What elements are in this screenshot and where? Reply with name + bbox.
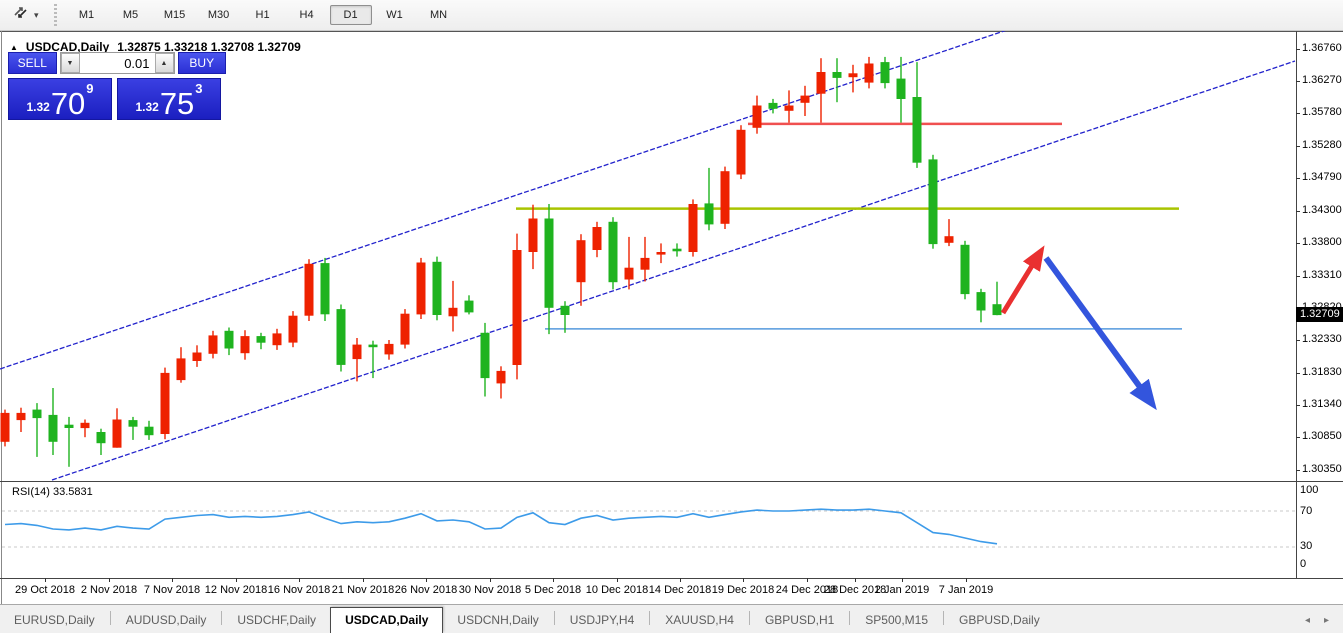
tab-divider — [221, 611, 222, 625]
price-axis-label: 1.30850 — [1302, 430, 1339, 442]
tab-scroll-right-icon[interactable]: ▸ — [1324, 615, 1329, 626]
tab-divider — [649, 611, 650, 625]
price-axis-label: 1.36760 — [1302, 42, 1339, 54]
timeframe-button-m5[interactable]: M5 — [110, 5, 152, 25]
price-axis-label: 1.31340 — [1302, 398, 1339, 410]
tab-divider — [943, 611, 944, 625]
rsi-level-label: 30 — [1300, 540, 1312, 552]
ask-pipette: 3 — [195, 81, 202, 96]
date-axis-label: 29 Oct 2018 — [15, 584, 75, 596]
rsi-level-label: 70 — [1300, 505, 1312, 517]
price-axis-label: 1.36270 — [1302, 74, 1339, 86]
volume-increase-button[interactable]: ▲ — [155, 53, 174, 73]
date-axis-label: 14 Dec 2018 — [649, 584, 711, 596]
tab-divider — [554, 611, 555, 625]
date-axis-label: 5 Dec 2018 — [525, 584, 581, 596]
tab-gbpusd-daily[interactable]: GBPUSD,Daily — [945, 609, 1054, 633]
price-axis-label: 1.32330 — [1302, 333, 1339, 345]
timeframe-button-w1[interactable]: W1 — [374, 5, 416, 25]
tab-usdcnh-daily[interactable]: USDCNH,Daily — [443, 609, 552, 633]
tab-audusd-daily[interactable]: AUDUSD,Daily — [112, 609, 221, 633]
sell-button[interactable]: SELL — [8, 52, 57, 74]
buy-quote-panel[interactable]: 1.32 75 3 — [117, 78, 221, 120]
date-axis-label: 16 Nov 2018 — [268, 584, 330, 596]
date-axis-label: 10 Dec 2018 — [586, 584, 648, 596]
price-axis-label: 1.33800 — [1302, 236, 1339, 248]
tab-scroll-left-icon[interactable]: ◂ — [1305, 615, 1310, 626]
date-axis-label: 2 Nov 2018 — [81, 584, 137, 596]
timeframe-button-m1[interactable]: M1 — [66, 5, 108, 25]
dropdown-caret-icon[interactable]: ▾ — [34, 10, 39, 21]
top-toolbar: ▾ M1M5M15M30H1H4D1W1MN — [0, 0, 1343, 31]
date-axis-label: 21 Nov 2018 — [332, 584, 394, 596]
chart-shift-tool[interactable]: ▾ — [12, 5, 39, 26]
ask-pips: 75 — [160, 91, 194, 117]
rsi-level-label: 100 — [1300, 484, 1318, 496]
tab-gbpusd-h1[interactable]: GBPUSD,H1 — [751, 609, 848, 633]
rsi-indicator-label: RSI(14) 33.5831 — [12, 486, 93, 498]
tab-divider — [749, 611, 750, 625]
buy-button[interactable]: BUY — [178, 52, 227, 74]
tab-usdchf-daily[interactable]: USDCHF,Daily — [223, 609, 330, 633]
tabs-container: EURUSD,DailyAUDUSD,DailyUSDCHF,DailyUSDC… — [0, 607, 1054, 633]
price-axis-label: 1.31830 — [1302, 366, 1339, 378]
bid-prefix: 1.32 — [26, 100, 49, 114]
tab-eurusd-daily[interactable]: EURUSD,Daily — [0, 609, 109, 633]
rsi-level-label: 0 — [1300, 558, 1306, 570]
tab-usdcad-daily[interactable]: USDCAD,Daily — [330, 607, 443, 633]
price-axis-label: 1.30350 — [1302, 463, 1339, 475]
bid-pipette: 9 — [86, 81, 93, 96]
tab-usdjpy-h4[interactable]: USDJPY,H4 — [556, 609, 648, 633]
timeframe-button-m15[interactable]: M15 — [154, 5, 196, 25]
bid-pips: 70 — [51, 91, 85, 117]
current-price-tag: 1.32709 — [1296, 307, 1343, 322]
tab-sp500-m15[interactable]: SP500,M15 — [851, 609, 942, 633]
date-axis-label: 2 Jan 2019 — [875, 584, 929, 596]
timeframe-button-h4[interactable]: H4 — [286, 5, 328, 25]
timeframe-button-mn[interactable]: MN — [418, 5, 460, 25]
volume-input[interactable]: 0.01 — [80, 53, 155, 73]
timeframe-button-m30[interactable]: M30 — [198, 5, 240, 25]
chart-shift-icon — [12, 5, 30, 26]
price-axis-label: 1.35280 — [1302, 139, 1339, 151]
timeframe-button-h1[interactable]: H1 — [242, 5, 284, 25]
tab-divider — [849, 611, 850, 625]
price-axis-label: 1.34790 — [1302, 171, 1339, 183]
volume-stepper: ▼ 0.01 ▲ — [60, 52, 175, 74]
date-axis-label: 7 Nov 2018 — [144, 584, 200, 596]
tab-xauusd-h4[interactable]: XAUUSD,H4 — [651, 609, 748, 633]
date-axis-label: 30 Nov 2018 — [459, 584, 521, 596]
date-axis-label: 7 Jan 2019 — [939, 584, 993, 596]
price-axis-label: 1.35780 — [1302, 106, 1339, 118]
toolbar-grip — [53, 4, 58, 26]
sell-quote-panel[interactable]: 1.32 70 9 — [8, 78, 112, 120]
date-axis-label: 19 Dec 2018 — [712, 584, 774, 596]
timeframe-button-d1[interactable]: D1 — [330, 5, 372, 25]
ask-prefix: 1.32 — [135, 100, 158, 114]
tab-divider — [110, 611, 111, 625]
tab-scrollers: ◂▸ — [1305, 615, 1329, 626]
price-axis-label: 1.33310 — [1302, 269, 1339, 281]
one-click-trading-panel: SELL ▼ 0.01 ▲ BUY 1.32 70 9 1.32 75 3 — [8, 52, 226, 120]
collapse-arrow-icon[interactable]: ▲ — [10, 43, 18, 52]
symbol-tab-bar: EURUSD,DailyAUDUSD,DailyUSDCHF,DailyUSDC… — [0, 604, 1343, 633]
date-axis-label: 12 Nov 2018 — [205, 584, 267, 596]
timeframe-buttons: M1M5M15M30H1H4D1W1MN — [66, 5, 460, 25]
date-axis-label: 26 Nov 2018 — [395, 584, 457, 596]
price-axis-label: 1.34300 — [1302, 204, 1339, 216]
volume-decrease-button[interactable]: ▼ — [61, 53, 80, 73]
